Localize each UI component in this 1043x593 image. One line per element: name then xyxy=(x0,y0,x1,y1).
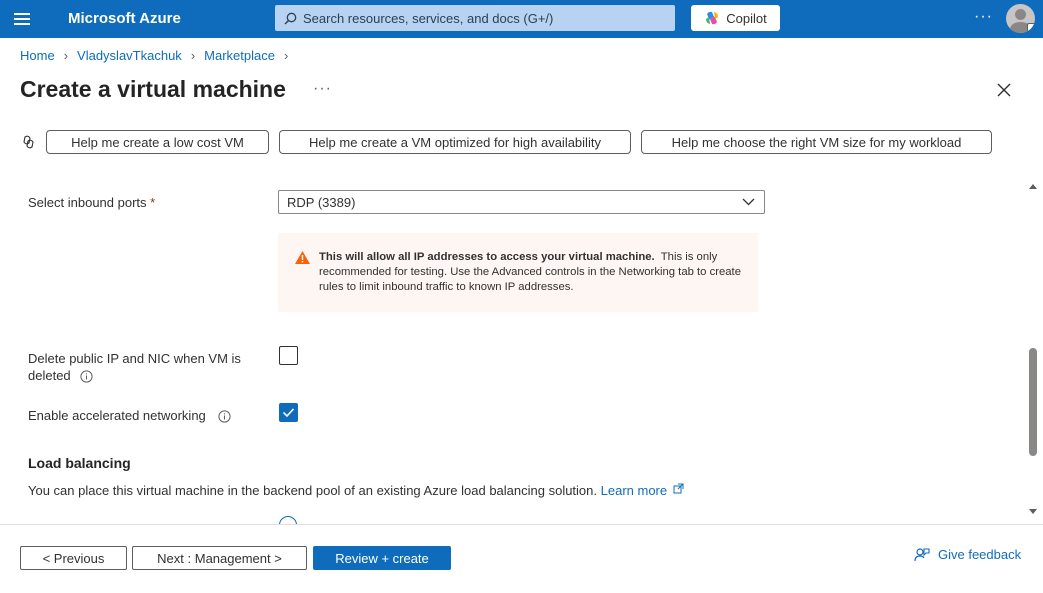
scroll-down-arrow-icon[interactable] xyxy=(1028,508,1038,515)
copilot-icon xyxy=(706,11,719,25)
close-icon[interactable] xyxy=(996,82,1012,98)
chevron-right-icon: › xyxy=(283,48,289,63)
inbound-ports-select[interactable]: RDP (3389) xyxy=(278,190,765,214)
chevron-right-icon: › xyxy=(63,48,69,63)
breadcrumb-account[interactable]: VladyslavTkachuk xyxy=(77,48,182,63)
delete-ip-label-text: Delete public IP and NIC when VM is dele… xyxy=(28,351,241,383)
learn-more-text: Learn more xyxy=(600,483,668,498)
external-link-icon xyxy=(673,483,684,494)
warning-icon xyxy=(295,251,310,264)
avatar[interactable] xyxy=(1006,4,1035,33)
accelerated-networking-label-text: Enable accelerated networking xyxy=(28,408,206,423)
copilot-label: Copilot xyxy=(726,10,767,26)
load-balancing-description: You can place this virtual machine in th… xyxy=(28,483,684,498)
breadcrumb: Home › VladyslavTkachuk › Marketplace › xyxy=(20,48,297,63)
learn-more-link[interactable]: Learn more xyxy=(601,483,684,498)
inbound-ports-label-text: Select inbound ports xyxy=(28,195,147,210)
breadcrumb-marketplace[interactable]: Marketplace xyxy=(204,48,275,63)
chevron-down-icon xyxy=(742,198,755,206)
title-more-icon[interactable]: ··· xyxy=(313,80,332,98)
search-input[interactable] xyxy=(303,10,663,26)
copilot-button[interactable]: Copilot xyxy=(691,5,780,31)
warning-message: This will allow all IP addresses to acce… xyxy=(278,233,758,312)
review-create-button[interactable]: Review + create xyxy=(313,546,451,570)
breadcrumb-home[interactable]: Home xyxy=(20,48,55,63)
scroll-up-arrow-icon[interactable] xyxy=(1028,183,1038,190)
brand-title[interactable]: Microsoft Azure xyxy=(68,10,181,27)
required-marker: * xyxy=(150,195,156,210)
load-balancing-desc-text: You can place this virtual machine in th… xyxy=(28,483,598,498)
load-balancing-heading: Load balancing xyxy=(28,455,131,471)
top-bar: Microsoft Azure Copilot ··· xyxy=(0,0,1043,38)
more-options-icon[interactable]: ··· xyxy=(974,8,993,26)
next-management-button[interactable]: Next : Management > xyxy=(132,546,307,570)
lock-icon xyxy=(1027,23,1035,32)
menu-icon[interactable] xyxy=(14,11,34,27)
give-feedback-link[interactable]: Give feedback xyxy=(914,547,1021,562)
delete-ip-checkbox[interactable] xyxy=(279,346,298,365)
search-icon xyxy=(284,12,297,24)
info-icon[interactable] xyxy=(80,370,93,383)
feedback-icon xyxy=(914,548,930,562)
info-icon[interactable] xyxy=(218,410,232,423)
accelerated-networking-checkbox[interactable] xyxy=(279,403,298,422)
inbound-ports-label: Select inbound ports * xyxy=(28,194,155,211)
previous-button[interactable]: < Previous xyxy=(20,546,127,570)
page-title: Create a virtual machine xyxy=(20,76,286,102)
helper-low-cost-button[interactable]: Help me create a low cost VM xyxy=(46,130,269,154)
delete-ip-label: Delete public IP and NIC when VM is dele… xyxy=(28,350,258,384)
search-box[interactable] xyxy=(275,5,675,31)
copilot-helper-icon xyxy=(23,135,34,149)
checkmark-icon xyxy=(282,408,295,418)
helper-vm-size-button[interactable]: Help me choose the right VM size for my … xyxy=(641,130,992,154)
footer: < Previous Next : Management > Review + … xyxy=(0,524,1043,593)
inbound-ports-value: RDP (3389) xyxy=(287,194,356,210)
accelerated-networking-label: Enable accelerated networking xyxy=(28,407,232,424)
chevron-right-icon: › xyxy=(190,48,196,63)
load-balancing-radio[interactable] xyxy=(279,516,297,524)
give-feedback-text: Give feedback xyxy=(938,547,1022,562)
helper-high-availability-button[interactable]: Help me create a VM optimized for high a… xyxy=(279,130,631,154)
scrollbar-thumb[interactable] xyxy=(1029,348,1037,456)
form-content: Select inbound ports * RDP (3389) This w… xyxy=(0,170,1025,524)
scrollbar[interactable] xyxy=(1025,170,1043,524)
warning-text: This will allow all IP addresses to acce… xyxy=(319,250,749,295)
warning-bold-text: This will allow all IP addresses to acce… xyxy=(319,251,655,263)
